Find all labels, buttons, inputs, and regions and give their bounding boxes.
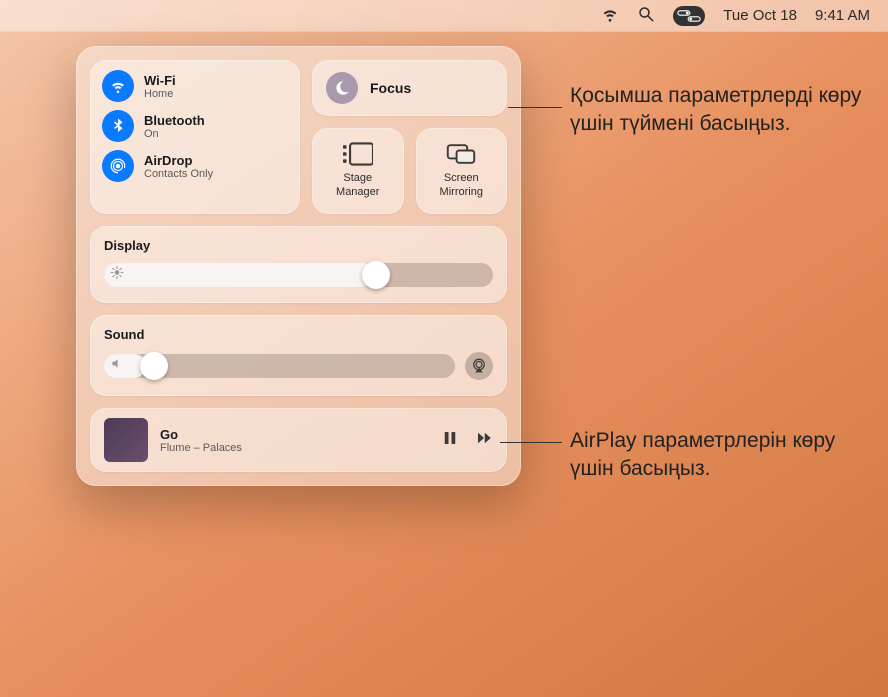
screen-mirroring-label: Screen Mirroring [440,172,483,200]
wifi-icon [102,70,134,102]
stage-manager-label: Stage Manager [336,172,379,200]
airdrop-label: AirDrop [144,153,213,168]
airdrop-icon [102,150,134,182]
airdrop-status: Contacts Only [144,168,213,180]
spotlight-icon[interactable] [637,5,655,27]
bluetooth-label: Bluetooth [144,113,205,128]
volume-icon [110,357,124,376]
airplay-audio-button[interactable] [465,352,493,380]
wifi-status: Home [144,88,176,100]
track-artist: Flume – Palaces [160,442,242,454]
now-playing-card[interactable]: Go Flume – Palaces [90,408,507,472]
menubar: Tue Oct 18 9:41 AM [0,0,888,32]
sound-slider[interactable] [104,354,455,378]
wifi-icon[interactable] [601,5,619,27]
airplay-icon [470,357,488,375]
focus-label: Focus [370,80,411,96]
bluetooth-status: On [144,128,205,140]
control-center-panel: Wi-Fi Home Bluetooth On AirDrop [76,46,521,486]
moon-icon [326,72,358,104]
display-card: Display [90,226,507,303]
album-artwork [104,418,148,462]
bluetooth-toggle[interactable]: Bluetooth On [102,110,288,142]
airdrop-toggle[interactable]: AirDrop Contacts Only [102,150,288,182]
wifi-label: Wi-Fi [144,73,176,88]
connectivity-card: Wi-Fi Home Bluetooth On AirDrop [90,60,300,214]
track-title: Go [160,427,242,442]
stage-manager-button[interactable]: Stage Manager [312,128,404,214]
stage-manager-icon [343,142,373,166]
focus-button[interactable]: Focus [312,60,507,116]
pause-button[interactable] [441,429,459,452]
callout-airplay: AirPlay параметрлерін көру үшін басыңыз. [570,427,880,484]
wifi-toggle[interactable]: Wi-Fi Home [102,70,288,102]
display-label: Display [104,238,493,253]
next-button[interactable] [475,429,493,452]
callout-line [500,442,562,443]
menubar-time[interactable]: 9:41 AM [815,7,870,24]
brightness-icon [110,266,124,285]
sound-label: Sound [104,327,493,342]
callout-line [508,107,562,108]
bluetooth-icon [102,110,134,142]
sound-card: Sound [90,315,507,396]
screen-mirroring-button[interactable]: Screen Mirroring [416,128,508,214]
control-center-icon[interactable] [673,6,705,26]
screen-mirroring-icon [446,142,476,166]
menubar-date[interactable]: Tue Oct 18 [723,7,797,24]
callout-focus: Қосымша параметрлерді көру үшін түймені … [570,82,870,139]
display-slider-thumb[interactable] [362,261,390,289]
display-slider[interactable] [104,263,493,287]
sound-slider-thumb[interactable] [140,352,168,380]
